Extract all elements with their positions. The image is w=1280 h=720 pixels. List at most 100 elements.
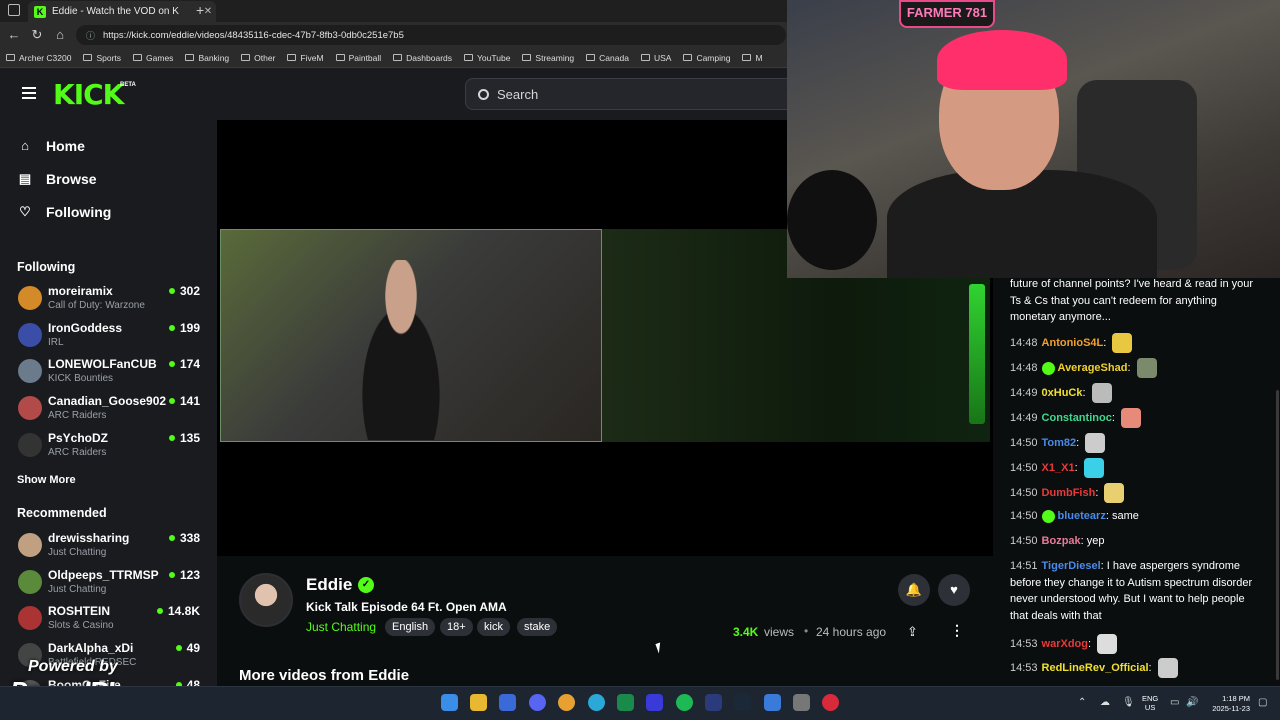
window-menu-icon[interactable] xyxy=(8,4,20,16)
discord-icon[interactable] xyxy=(529,694,546,711)
recording-app-icon[interactable] xyxy=(822,694,839,711)
tag-chip[interactable]: stake xyxy=(517,618,558,636)
separator-dot: • xyxy=(804,624,809,638)
more-options-icon[interactable]: ⋮ xyxy=(950,622,964,639)
sidebar-channel-item[interactable]: IronGoddess IRL 199 xyxy=(18,321,208,355)
bookmark-item[interactable]: Other xyxy=(241,53,275,63)
sidebar-channel-item[interactable]: PsYchoDZ ARC Raiders 135 xyxy=(18,431,208,465)
sidebar-channel-item[interactable]: drewissharing Just Chatting 338 xyxy=(18,531,208,565)
tag-chip[interactable]: English xyxy=(385,618,436,636)
volume-icon[interactable]: 🔊 xyxy=(1186,697,1198,708)
chat-username[interactable]: DumbFish xyxy=(1042,487,1096,499)
microphone-icon[interactable]: 🎙 xyxy=(1122,697,1135,708)
steam-icon[interactable] xyxy=(734,694,751,711)
webcam-sign: FARMER 781 xyxy=(899,0,995,28)
chat-username[interactable]: AverageShad xyxy=(1058,362,1128,374)
bookmark-item[interactable]: M xyxy=(742,53,763,63)
browser-tab[interactable]: K Eddie - Watch the VOD on K ✕ xyxy=(28,1,216,22)
sidebar-item-browse[interactable]: ▤ Browse xyxy=(18,171,97,187)
bookmark-item[interactable]: YouTube xyxy=(464,53,510,63)
live-dot-icon xyxy=(168,571,175,578)
bookmark-item[interactable]: Dashboards xyxy=(393,53,452,63)
file-explorer-icon[interactable] xyxy=(470,694,487,711)
tag-chip[interactable]: kick xyxy=(477,618,510,636)
bookmark-item[interactable]: Banking xyxy=(185,53,229,63)
chat-scrollbar[interactable] xyxy=(1276,390,1279,680)
sidebar-channel-item[interactable]: Canadian_Goose902 ARC Raiders 141 xyxy=(18,394,208,428)
chat-username[interactable]: Constantinoc xyxy=(1042,412,1112,424)
chat-username[interactable]: Tom82 xyxy=(1042,437,1077,449)
settings-gear-icon[interactable] xyxy=(793,694,810,711)
windows-taskbar xyxy=(0,686,1280,720)
store-icon[interactable] xyxy=(499,694,516,711)
bookmark-item[interactable]: Archer C3200 xyxy=(6,53,71,63)
bg-app-icon[interactable] xyxy=(705,694,722,711)
sidebar-channel-item[interactable]: Oldpeeps_TTRMSP Just Chatting 123 xyxy=(18,568,208,602)
follow-heart-button[interactable]: ♥ xyxy=(938,574,970,606)
chat-timestamp: 14:53 xyxy=(1010,637,1038,650)
back-icon[interactable]: ← xyxy=(6,27,22,42)
bookmark-item[interactable]: Camping xyxy=(683,53,730,63)
bookmark-item[interactable]: Paintball xyxy=(335,53,381,63)
chat-username[interactable]: bluetearz xyxy=(1058,510,1106,522)
bookmark-item[interactable]: Games xyxy=(133,53,173,63)
chat-message: 14:50 bluetearz: same xyxy=(1010,509,1139,523)
site-info-icon[interactable]: ⓘ xyxy=(86,29,95,42)
share-icon[interactable]: ⇪ xyxy=(907,624,918,640)
search-icon xyxy=(478,88,489,100)
show-more-button[interactable]: Show More xyxy=(17,474,76,486)
channel-avatar xyxy=(18,396,42,421)
edge-icon[interactable] xyxy=(588,694,605,711)
network-icon[interactable]: ▭ xyxy=(1170,697,1179,708)
sidebar-item-following[interactable]: ♡ Following xyxy=(18,204,111,220)
notification-app-icon[interactable] xyxy=(764,694,781,711)
chat-username[interactable]: X1_X1 xyxy=(1042,462,1075,474)
chat-username[interactable]: AntonioS4L xyxy=(1042,337,1104,349)
language-indicator[interactable]: ENG US xyxy=(1142,694,1158,712)
folder-icon xyxy=(241,54,251,61)
notification-bell-button[interactable]: 🔔 xyxy=(898,574,930,606)
tag-chip[interactable]: 18+ xyxy=(440,618,473,636)
folder-icon xyxy=(133,54,143,61)
new-tab-icon[interactable]: + xyxy=(196,2,204,18)
channel-avatar[interactable] xyxy=(239,573,293,627)
chrome-icon[interactable] xyxy=(558,694,575,711)
sidebar-channel-item[interactable]: LONEWOLFanCUB KICK Bounties 174 xyxy=(18,357,208,391)
bookmark-item[interactable]: USA xyxy=(640,53,671,63)
media-app-icon[interactable] xyxy=(646,694,663,711)
sidebar-channel-item[interactable]: ROSHTEIN Slots & Casino 14.8K xyxy=(18,604,208,638)
menu-icon[interactable] xyxy=(22,87,36,99)
cloud-icon[interactable]: ☁ xyxy=(1100,697,1110,708)
chat-username[interactable]: Bozpak xyxy=(1042,535,1081,547)
url-field[interactable]: ⓘ https://kick.com/eddie/videos/48435116… xyxy=(76,25,786,45)
channel-name[interactable]: Eddie xyxy=(306,575,352,595)
bookmark-item[interactable]: Canada xyxy=(586,53,629,63)
app-icon[interactable] xyxy=(617,694,634,711)
bookmark-item[interactable]: Streaming xyxy=(522,53,574,63)
tab-title: Eddie - Watch the VOD on K xyxy=(52,6,179,17)
more-videos-heading: More videos from Eddie xyxy=(239,667,410,684)
bookmark-item[interactable]: Sports xyxy=(83,53,121,63)
bookmark-item[interactable]: FiveM xyxy=(287,53,324,63)
kick-logo[interactable]: KICK xyxy=(53,78,124,111)
clock[interactable]: 1:18 PM 2025-11-23 xyxy=(1206,694,1250,714)
search-input[interactable]: Search xyxy=(465,78,795,110)
tray-chevron-icon[interactable]: ⌃ xyxy=(1078,697,1086,708)
viewer-count-value: 135 xyxy=(179,430,200,445)
chat-username[interactable]: 0xHuCk xyxy=(1042,387,1083,399)
sidebar-item-home[interactable]: ⌂ Home xyxy=(18,138,85,154)
chat-message: 14:48 AverageShad: xyxy=(1010,358,1260,378)
home-browser-icon[interactable]: ⌂ xyxy=(52,27,68,42)
chat-emote xyxy=(1104,483,1125,503)
spotify-icon[interactable] xyxy=(676,694,693,711)
chat-username[interactable]: RedLineRev_Official xyxy=(1042,662,1149,674)
category-link[interactable]: Just Chatting xyxy=(306,620,376,634)
reload-icon[interactable]: ↻ xyxy=(29,27,45,43)
notification-center-icon[interactable]: ▢ xyxy=(1258,697,1267,708)
sidebar-channel-item[interactable]: moreiramix Call of Duty: Warzone 302 xyxy=(18,284,208,318)
chat-message: 14:49 Constantinoc: xyxy=(1010,408,1260,428)
start-icon[interactable] xyxy=(441,694,458,711)
chat-message: 14:50 X1_X1: xyxy=(1010,458,1260,478)
chat-username[interactable]: warXdog xyxy=(1042,638,1088,650)
chat-username[interactable]: TigerDiesel xyxy=(1042,560,1101,572)
